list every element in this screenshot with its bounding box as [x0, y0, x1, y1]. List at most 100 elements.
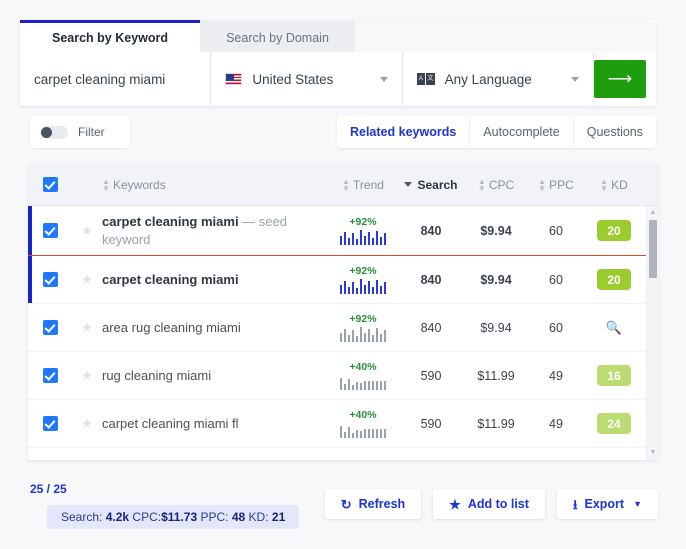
row-trend: +92%	[326, 265, 400, 294]
row-ppc: 60	[549, 320, 563, 335]
sort-icon: ▲ ▼	[102, 176, 110, 193]
tab-autocomplete-label: Autocomplete	[483, 125, 560, 139]
trend-percent: +40%	[349, 409, 377, 421]
trend-sparkline	[339, 374, 387, 390]
row-trend: +92%	[326, 216, 400, 245]
row-trend: +40%	[326, 361, 400, 390]
star-icon[interactable]: ★	[81, 416, 93, 432]
table-scrollbar[interactable]: ▲ ▼	[646, 206, 658, 460]
row-keyword: area rug cleaning miami	[102, 319, 241, 335]
row-kd: 16	[582, 365, 646, 386]
row-checkbox[interactable]	[42, 223, 58, 238]
tab-questions[interactable]: Questions	[574, 116, 656, 148]
row-ppc: 49	[549, 416, 563, 431]
column-header-trend-label: Trend	[353, 177, 384, 192]
tab-autocomplete[interactable]: Autocomplete	[470, 116, 574, 148]
tab-search-by-keyword-label: Search by Keyword	[51, 30, 168, 45]
pagination-count: 25 / 25	[30, 482, 67, 496]
chevron-down-icon: ▼	[633, 499, 642, 509]
row-kd: 🔍	[582, 320, 646, 336]
sort-icon: ▲ ▼	[600, 176, 609, 193]
chevron-down-icon	[379, 76, 388, 82]
search-icon[interactable]: 🔍	[606, 320, 622, 336]
column-header-kd[interactable]: ▲ ▼ KD	[582, 176, 646, 193]
country-select[interactable]: United States	[211, 52, 403, 106]
row-cpc: $11.99	[477, 416, 515, 431]
row-cpc: $9.94	[480, 320, 512, 335]
column-header-search-label: Search	[417, 177, 458, 192]
trend-sparkline	[339, 229, 387, 245]
table-row[interactable]: ★ carpet cleaning miami +92% 840 $9.94 60 20	[28, 256, 658, 304]
kd-badge: 20	[597, 269, 631, 290]
summary-ppc-label: PPC:	[200, 510, 229, 524]
summary-search-label: Search:	[61, 510, 103, 524]
language-select[interactable]: A文 Any Language	[403, 52, 594, 106]
trend-sparkline	[339, 326, 387, 342]
column-header-keywords-label: Keywords	[113, 177, 166, 192]
row-checkbox-cell	[28, 320, 72, 335]
tab-search-by-keyword[interactable]: Search by Keyword	[20, 20, 200, 52]
row-search-volume: 840	[420, 320, 442, 335]
search-submit-button[interactable]: ⟶	[593, 60, 646, 98]
tab-related-keywords[interactable]: Related keywords	[337, 116, 471, 148]
row-checkbox-cell	[28, 223, 72, 238]
export-button[interactable]: ⭳ Export ▼	[556, 489, 658, 519]
column-header-ppc[interactable]: ▲ ▼ PPC	[530, 176, 582, 193]
row-ppc: 60	[549, 272, 563, 287]
star-icon[interactable]: ★	[81, 272, 93, 288]
table-row[interactable]: ★ carpet cleaning miami fl +40% 590 $11.99 49…	[28, 400, 658, 448]
table-header-row: ▲ ▼ Keywords ▲ ▼ Trend Search ▲ ▼ CPC ▲ ▼ PP…	[28, 164, 658, 206]
footer-actions: ↻ Refresh ★ Add to list ⭳ Export ▼	[324, 489, 658, 519]
row-keyword: carpet cleaning miami fl	[102, 415, 239, 431]
trend-sparkline	[339, 278, 387, 294]
tab-search-by-domain[interactable]: Search by Domain	[200, 20, 355, 52]
row-checkbox[interactable]	[42, 368, 58, 383]
refresh-icon: ↻	[340, 496, 352, 512]
star-icon[interactable]: ★	[81, 368, 93, 384]
country-select-value: United States	[252, 71, 334, 87]
row-star-cell: ★	[72, 223, 102, 239]
summary-ppc-value: 48	[231, 510, 246, 524]
row-trend: +92%	[326, 313, 400, 342]
us-flag-icon	[225, 73, 243, 85]
column-header-trend[interactable]: ▲ ▼ Trend	[326, 176, 400, 193]
star-icon: ★	[449, 496, 461, 512]
column-header-search[interactable]: Search	[400, 178, 462, 192]
table-body: ★ carpet cleaning miami — seed keyword +92…	[28, 206, 658, 460]
trend-percent: +92%	[349, 216, 377, 228]
refresh-button[interactable]: ↻ Refresh	[324, 489, 422, 519]
column-header-keywords[interactable]: ▲ ▼ Keywords	[102, 176, 326, 193]
scrollbar-thumb[interactable]	[649, 220, 657, 278]
keywords-table: ▲ ▼ Keywords ▲ ▼ Trend Search ▲ ▼ CPC ▲ ▼ PP…	[28, 164, 658, 460]
row-ppc: 49	[549, 368, 563, 383]
row-checkbox[interactable]	[42, 272, 58, 287]
filter-toggle[interactable]: Filter	[30, 116, 130, 148]
column-header-cpc[interactable]: ▲ ▼ CPC	[462, 176, 530, 193]
sort-icon: ▲ ▼	[538, 176, 547, 193]
row-cpc: $9.94	[480, 272, 512, 287]
add-to-list-button[interactable]: ★ Add to list	[433, 489, 545, 519]
keyword-field[interactable]	[20, 52, 212, 106]
column-header-ppc-label: PPC	[549, 177, 574, 192]
language-icon: A文	[416, 73, 435, 85]
row-checkbox[interactable]	[42, 320, 58, 335]
select-all-checkbox[interactable]	[42, 177, 58, 192]
refresh-button-label: Refresh	[358, 497, 406, 511]
table-row[interactable]: ★ area rug cleaning miami +92% 840 $9.94 60 🔍	[28, 304, 658, 352]
scroll-down-icon[interactable]: ▼	[649, 448, 657, 458]
scroll-up-icon[interactable]: ▲	[649, 208, 657, 218]
tabs-filler	[355, 20, 656, 52]
filter-switch[interactable]	[40, 125, 68, 139]
tab-related-keywords-label: Related keywords	[349, 125, 457, 139]
trend-percent: +92%	[349, 313, 377, 325]
star-icon[interactable]: ★	[81, 223, 93, 239]
table-row[interactable]: ★ rug cleaning miami +40% 590 $11.99 49 16	[28, 352, 658, 400]
star-icon[interactable]: ★	[81, 320, 93, 336]
row-checkbox[interactable]	[42, 416, 58, 431]
row-search-volume: 590	[420, 416, 442, 431]
sort-icon: ▲ ▼	[342, 176, 350, 193]
table-row[interactable]: ★ carpet cleaning miami — seed keyword +92…	[28, 206, 658, 256]
sort-icon: ▲ ▼	[477, 176, 486, 193]
trend-percent: +40%	[349, 361, 377, 373]
search-input[interactable]	[34, 71, 197, 87]
